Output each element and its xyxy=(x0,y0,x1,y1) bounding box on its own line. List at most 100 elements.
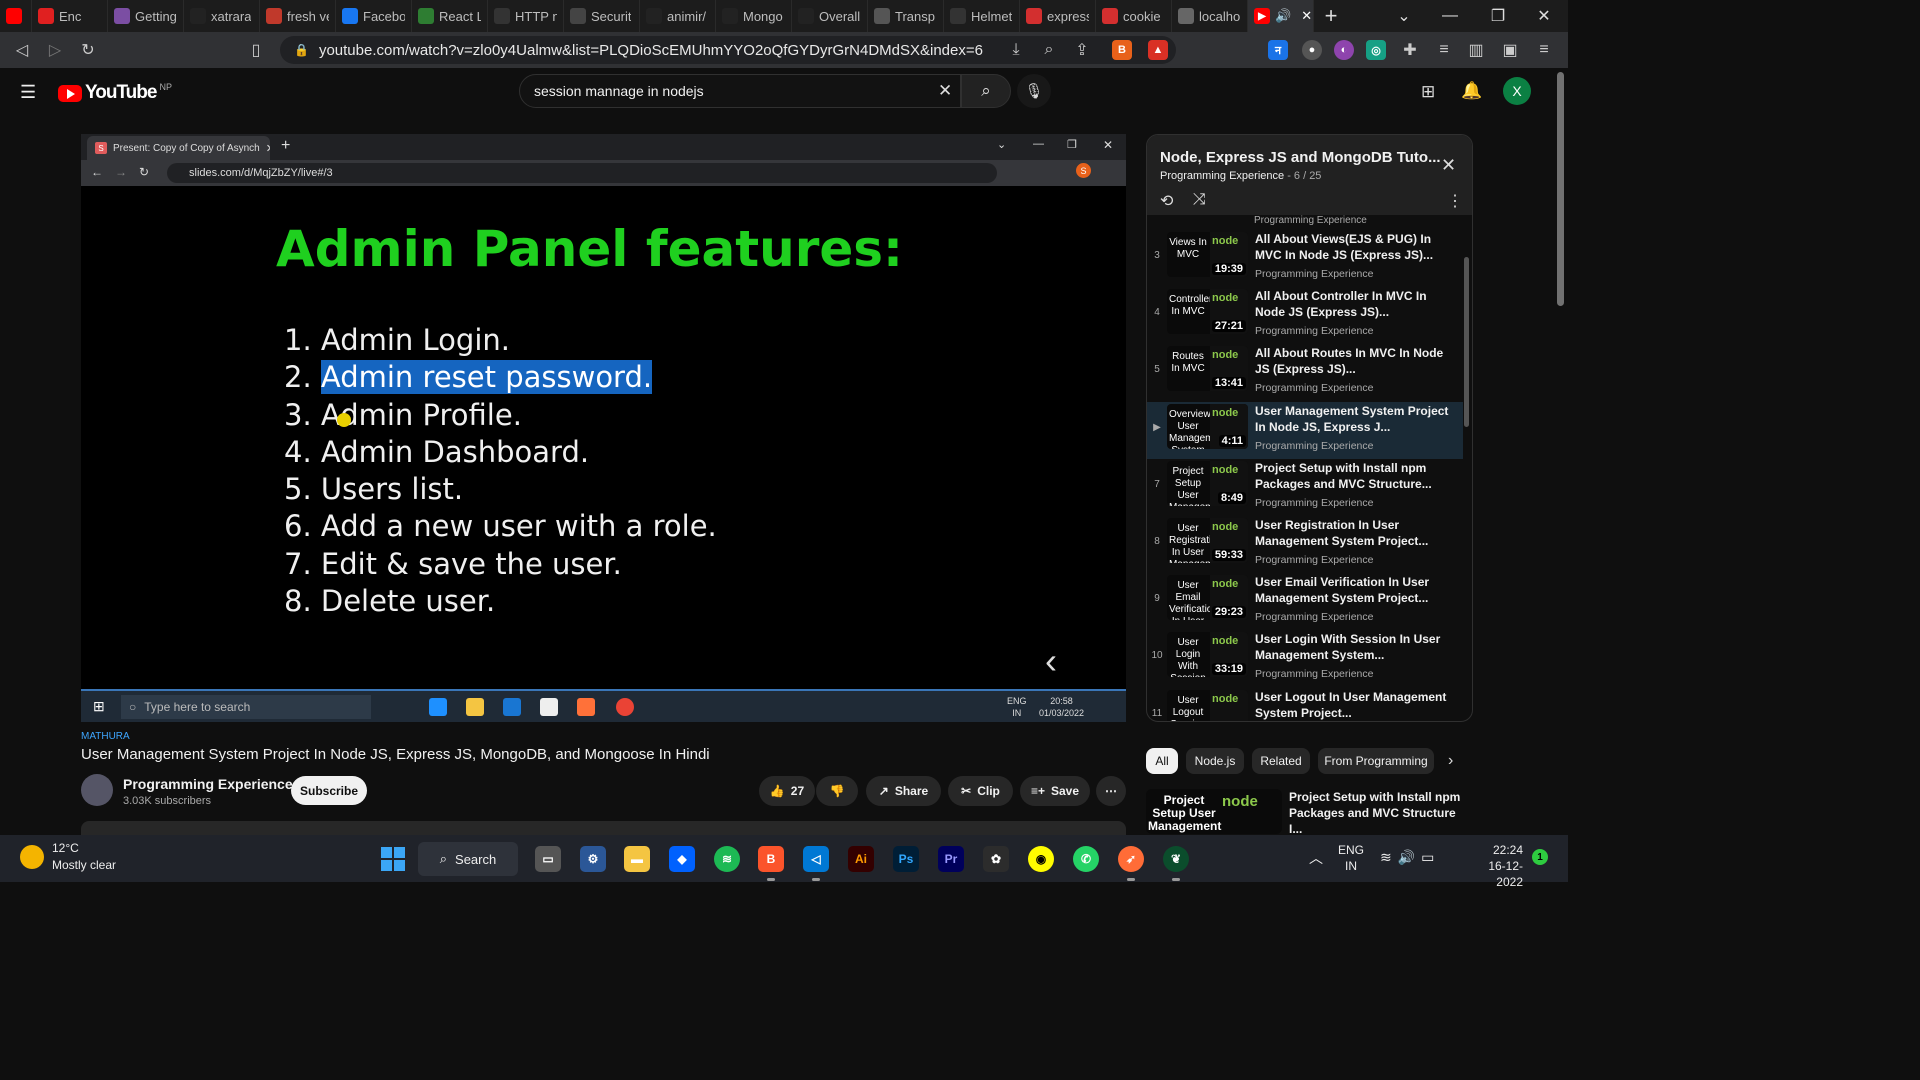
browser-tab[interactable]: localho xyxy=(1172,0,1248,32)
playlist-more-icon[interactable]: ⋮ xyxy=(1447,191,1463,211)
playlist-item[interactable]: 5 Routes In MVC node 13:41 All About Routes … xyxy=(1147,344,1463,401)
chips-next-chevron-icon[interactable]: › xyxy=(1448,752,1453,770)
system-tray-icons[interactable]: ≋🔊▭ xyxy=(1380,849,1440,866)
hamburger-icon[interactable]: ☰ xyxy=(20,82,36,103)
tray-chevron-up-icon[interactable]: ︿ xyxy=(1309,848,1323,868)
clip-button[interactable]: ✂ Clip xyxy=(948,776,1013,806)
playlist-item[interactable]: 11 User Logout Session In UsernodeUser Lo… xyxy=(1147,688,1463,721)
playlist-item[interactable]: 4 Controller In MVC node 27:21 All About Con… xyxy=(1147,287,1463,344)
loop-icon[interactable]: ⟲ xyxy=(1160,191,1173,211)
playlist-item[interactable]: ▶ Overview User Management Systemnode4:11… xyxy=(1147,401,1463,459)
recommendation-title[interactable]: Project Setup with Install npm Packages … xyxy=(1289,789,1464,837)
channel-avatar[interactable] xyxy=(81,774,113,806)
browser-tab[interactable]: express xyxy=(1020,0,1096,32)
minimize-button[interactable]: — xyxy=(1426,0,1474,32)
settings-gear-icon[interactable]: ⚙ xyxy=(580,846,606,872)
notification-badge[interactable]: 1 xyxy=(1532,849,1548,865)
wallet-icon[interactable]: ▣ xyxy=(1498,38,1522,62)
account-avatar[interactable]: X xyxy=(1503,77,1531,105)
install-icon[interactable]: ⤓ xyxy=(1004,38,1028,62)
browser-tab[interactable]: Facebo xyxy=(336,0,412,32)
active-browser-tab[interactable]: ▶ 🔊 ✕ xyxy=(1248,0,1314,32)
playlist-icon[interactable]: ≡ xyxy=(1432,38,1456,62)
extension-translate-icon[interactable]: न xyxy=(1268,40,1288,60)
premiere-icon[interactable]: Pr xyxy=(938,846,964,872)
spotify-icon[interactable]: ≋ xyxy=(714,846,740,872)
browser-tab[interactable]: Transp xyxy=(868,0,944,32)
forward-icon[interactable]: ▷ xyxy=(43,38,67,62)
recommendation-thumbnail[interactable]: Project Setup User Management node xyxy=(1146,789,1282,834)
vscode-icon[interactable]: ◁ xyxy=(803,846,829,881)
playlist-item[interactable]: 8 User Registration In User Management Sy… xyxy=(1147,516,1463,573)
browser-tab[interactable]: Overall xyxy=(792,0,868,32)
browser-tab[interactable]: HTTP n xyxy=(488,0,564,32)
browser-tab[interactable]: animir/ xyxy=(640,0,716,32)
active-tab-close-icon[interactable]: ✕ xyxy=(1301,8,1312,24)
browser-tab[interactable]: fresh ve xyxy=(260,0,336,32)
more-actions-button[interactable]: ⋯ xyxy=(1096,776,1126,806)
brave-shield-icon[interactable]: B xyxy=(1112,40,1132,60)
browser-tab[interactable]: Enc xyxy=(32,0,108,32)
windows-start-icon[interactable] xyxy=(381,847,405,871)
photoshop-icon[interactable]: Ps xyxy=(893,846,919,872)
sidebar-icon[interactable]: ▥ xyxy=(1464,38,1488,62)
share-icon[interactable]: ⇪ xyxy=(1070,38,1094,62)
illustrator-icon[interactable]: Ai xyxy=(848,846,874,872)
postman-icon[interactable]: ➶ xyxy=(1118,846,1144,881)
dislike-button[interactable]: 👎 xyxy=(816,776,858,806)
extension-purple-icon[interactable]: ◐ xyxy=(1334,40,1354,60)
playlist-channel[interactable]: Programming Experience xyxy=(1160,170,1284,182)
figma-icon[interactable]: ✿ xyxy=(983,846,1009,872)
shuffle-icon[interactable]: ⤨ xyxy=(1193,191,1206,209)
like-button[interactable]: 👍 27 xyxy=(759,776,815,806)
taskbar-language[interactable]: ENG IN xyxy=(1338,842,1364,874)
playlist-item[interactable]: 3 Views In MVC node 19:39 All About Views(EJ… xyxy=(1147,230,1463,287)
zoom-icon[interactable]: ⌕ xyxy=(1037,38,1061,62)
save-button[interactable]: ≡+ Save xyxy=(1020,776,1090,806)
browser-tab[interactable]: React L xyxy=(412,0,488,32)
dropbox-icon[interactable]: ◆ xyxy=(669,846,695,872)
file-explorer-icon[interactable]: ▬ xyxy=(624,846,650,872)
brave-rewards-icon[interactable]: ▲ xyxy=(1148,40,1168,60)
snapchat-icon[interactable]: ◉ xyxy=(1028,846,1054,872)
mongodb-compass-icon[interactable]: ❦ xyxy=(1163,846,1189,881)
reload-icon[interactable]: ↻ xyxy=(76,38,100,62)
tab-search-icon[interactable]: ⌄ xyxy=(1380,0,1428,32)
video-player[interactable]: S Present: Copy of Copy of Asynch ✕ + ⌄ … xyxy=(81,134,1126,722)
playlist-item[interactable]: 9 User Email Verification In User Managem… xyxy=(1147,573,1463,630)
browser-tab[interactable]: cookie xyxy=(1096,0,1172,32)
playlist-item[interactable]: 7 Project Setup User Management Systemnod… xyxy=(1147,459,1463,516)
weather-desc[interactable]: Mostly clear xyxy=(52,858,116,872)
clear-search-icon[interactable]: ✕ xyxy=(938,81,952,101)
extension-circle-icon[interactable]: ● xyxy=(1302,40,1322,60)
taskbar-clock[interactable]: 22:24 16-12-2022 xyxy=(1463,842,1523,890)
new-tab-button[interactable]: + xyxy=(1314,0,1348,32)
voice-search-button[interactable]: 🎙 xyxy=(1017,74,1051,108)
playlist-scrollbar[interactable] xyxy=(1464,257,1469,427)
notifications-bell-icon[interactable]: 🔔 xyxy=(1461,81,1482,101)
taskbar-search-button[interactable]: ⌕ Search xyxy=(418,842,518,876)
close-window-button[interactable]: ✕ xyxy=(1520,0,1568,32)
search-button[interactable]: ⌕ xyxy=(961,74,1011,108)
bookmark-icon[interactable]: ▯ xyxy=(244,38,268,62)
browser-tab[interactable]: xatrara xyxy=(184,0,260,32)
search-input[interactable]: session mannage in nodejs ✕ xyxy=(519,74,961,108)
chip-all[interactable]: All xyxy=(1146,748,1178,774)
playlist-close-icon[interactable]: ✕ xyxy=(1441,155,1456,176)
task-view-icon[interactable]: ▭ xyxy=(535,846,561,872)
maximize-button[interactable]: ❐ xyxy=(1474,0,1522,32)
channel-name[interactable]: Programming Experience xyxy=(123,776,293,792)
browser-tab[interactable] xyxy=(0,0,32,32)
browser-tab[interactable]: Helmet xyxy=(944,0,1020,32)
chip-related[interactable]: Related xyxy=(1252,748,1310,774)
share-button[interactable]: ↗ Share xyxy=(866,776,941,806)
whatsapp-icon[interactable]: ✆ xyxy=(1073,846,1099,872)
weather-temp[interactable]: 12°C xyxy=(52,841,79,855)
back-icon[interactable]: ◁ xyxy=(10,38,34,62)
page-scrollbar[interactable] xyxy=(1557,72,1564,306)
browser-tab[interactable]: Getting xyxy=(108,0,184,32)
youtube-logo[interactable]: YouTube NP xyxy=(58,82,172,104)
playlist-item[interactable]: 10 User Login With Session In User Manage… xyxy=(1147,630,1463,687)
extensions-puzzle-icon[interactable]: ✚ xyxy=(1398,38,1422,62)
extension-counter-icon[interactable]: ◎ xyxy=(1366,40,1386,60)
